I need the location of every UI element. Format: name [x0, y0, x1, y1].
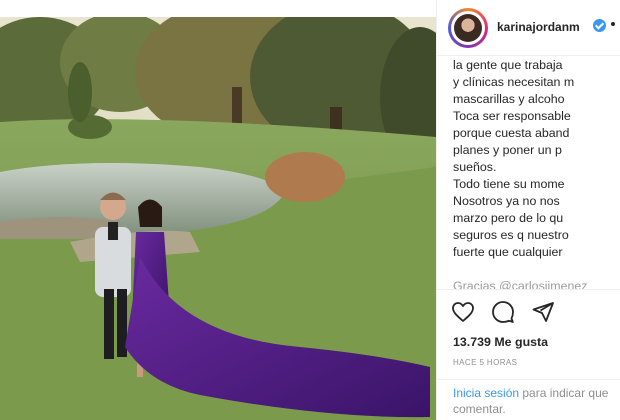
username-link[interactable]: karinajordanm [497, 20, 580, 34]
photo-illustration [0, 17, 436, 420]
comment-bubble-icon[interactable] [491, 300, 515, 324]
post-header: karinajordanm [437, 0, 620, 56]
header-dot-separator [611, 22, 615, 26]
avatar-image [451, 11, 485, 45]
caption-line: fuerte que cualquier [453, 245, 563, 259]
caption-line: seguros es q nuestro [453, 228, 569, 242]
post-side-panel: karinajordanm la gente que trabaja y clí… [436, 0, 620, 420]
login-prompt-line2: comentar. [453, 402, 506, 416]
heart-icon[interactable] [451, 300, 475, 324]
likes-count[interactable]: 13.739 Me gusta [453, 335, 548, 349]
paper-plane-icon[interactable] [531, 300, 555, 324]
caption-line: mascarillas y alcoho [453, 92, 565, 106]
caption-line: sueños. [453, 160, 497, 174]
verified-badge-icon [593, 19, 606, 32]
profile-avatar[interactable] [448, 8, 488, 48]
post-caption: la gente que trabaja y clínicas necesita… [437, 57, 620, 289]
post-photo[interactable] [0, 17, 436, 420]
caption-line: Todo tiene su mome [453, 177, 565, 191]
login-prompt-line: Inicia sesión para indicar que [453, 386, 608, 400]
caption-line: Nosotros ya no nos [453, 194, 560, 208]
login-prompt: Inicia sesión para indicar que comentar. [437, 379, 620, 420]
post-actions: 13.739 Me gusta HACE 5 HORAS Inicia sesi… [437, 289, 620, 420]
caption-line: porque cuesta aband [453, 126, 570, 140]
caption-line: y clínicas necesitan m [453, 75, 575, 89]
post-timestamp: HACE 5 HORAS [453, 358, 518, 367]
caption-line-mention[interactable]: Gracias @carlosjimenez [453, 278, 587, 289]
avatar-face [454, 14, 482, 42]
caption-line: planes y poner un p [453, 143, 562, 157]
caption-line: marzo pero de lo qu [453, 211, 564, 225]
login-link[interactable]: Inicia sesión [453, 386, 519, 400]
caption-line: la gente que trabaja [453, 58, 563, 72]
top-strip [0, 0, 436, 17]
login-prompt-text: para indicar que [519, 386, 609, 400]
caption-line: Toca ser responsable [453, 109, 571, 123]
